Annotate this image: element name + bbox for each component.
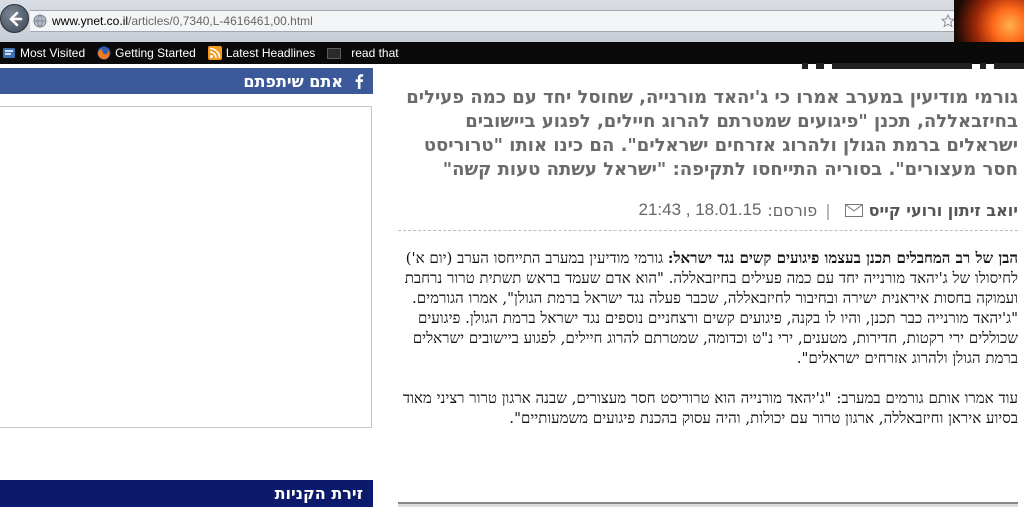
bookmark-label: read that [351,46,399,60]
most-visited-icon [3,48,15,58]
article-authors[interactable]: יואב זיתון ורועי קייס [869,201,1018,220]
bookmark-label: Most Visited [20,46,86,60]
navigation-toolbar: www.ynet.co.il/articles/0,7340,L-4616461… [0,0,1024,64]
sidebar: אתם שיתפתם זירת הקניות [0,64,373,507]
shopping-section-title: זירת הקניות [274,484,363,503]
facebook-icon [355,74,364,89]
bookmark-most-visited[interactable]: Most Visited [2,46,85,60]
article-column: גורמי מודיעין במערב אמרו כי ג'יהאד מורני… [398,63,1024,507]
browser-window: www.ynet.co.il/articles/0,7340,L-4616461… [0,0,1024,507]
url-text: www.ynet.co.il/articles/0,7340,L-4616461… [52,14,313,28]
published-date: 18.01.15 , 21:43 [638,200,762,219]
mail-icon[interactable] [844,203,863,217]
article-subtitle: גורמי מודיעין במערב אמרו כי ג'יהאד מורני… [406,87,1018,180]
bookmark-star-icon[interactable] [941,14,955,28]
byline-divider [398,230,1018,231]
published-label: פורסם: [767,200,818,220]
article-image-top-edge [398,502,1018,507]
article-paragraph: הבן של רב המחבלים תכנן בעצמו פיגועים קשי… [398,248,1018,368]
article-lead: הבן של רב המחבלים תכנן בעצמו פיגועים קשי… [667,249,1018,267]
bookmark-label: Getting Started [115,46,196,60]
bookmark-label: Latest Headlines [225,46,316,60]
url-domain: www.ynet.co.il [52,14,129,28]
facebook-shares-title: אתם שיתפתם [243,71,343,91]
article-byline: יואב זיתון ורועי קייס | פורסם: 18.01.15 … [398,198,1019,222]
shopping-section-header[interactable]: זירת הקניות [0,480,373,507]
facebook-shares-box [0,106,372,428]
rss-icon [207,46,222,60]
headline-cut-off [408,50,1024,70]
back-button[interactable] [0,4,29,33]
bookmark-getting-started[interactable]: Getting Started [97,46,196,60]
byline-separator: | [825,200,831,220]
folder-icon [327,47,342,59]
facebook-shares-header: אתם שיתפתם [0,68,373,94]
globe-icon [33,14,47,28]
address-bar[interactable]: www.ynet.co.il/articles/0,7340,L-4616461… [30,10,960,32]
article-paragraph: עוד אמרו אותם גורמים במערב: "ג'יהאד מורנ… [402,389,1018,427]
web-page: אתם שיתפתם זירת הקניות גורמי מודיעין במע… [0,63,1024,507]
bookmark-read-that[interactable]: read that [327,46,399,60]
article-body: הבן של רב המחבלים תכנן בעצמו פיגועים קשי… [398,248,1018,448]
url-path: /articles/0,7340,L-4616461,00.html [128,14,313,28]
back-arrow-icon [9,11,22,26]
firefox-icon [97,46,111,60]
bookmark-latest-headlines[interactable]: Latest Headlines [207,46,316,60]
